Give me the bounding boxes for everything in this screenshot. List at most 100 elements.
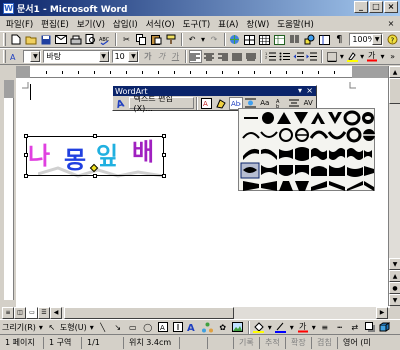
align-right-icon[interactable] <box>217 50 230 63</box>
status-extend[interactable]: 확장 <box>286 336 312 349</box>
wordart-gallery-icon[interactable]: A <box>200 97 213 110</box>
resize-handle[interactable] <box>162 153 166 157</box>
arrow-tool-icon[interactable]: ↘ <box>111 321 125 334</box>
resize-handle[interactable] <box>24 153 28 157</box>
zoom-select[interactable]: 100% ▼ <box>349 33 384 46</box>
select-objects-icon[interactable]: ↖ <box>45 321 59 334</box>
shape-curve-up[interactable] <box>243 148 259 160</box>
shape-button-pour[interactable] <box>363 129 375 141</box>
resize-handle[interactable] <box>93 174 97 178</box>
columns-icon[interactable] <box>288 33 302 46</box>
print-preview-icon[interactable] <box>84 33 98 46</box>
align-center-icon[interactable] <box>203 50 216 63</box>
redo-icon[interactable]: ↷ <box>207 33 221 46</box>
shape-deflate-bottom[interactable] <box>295 165 309 175</box>
shape-slant-down[interactable] <box>329 181 345 191</box>
title-bar[interactable]: W 문서1 - Microsoft Word _ □ × <box>0 0 400 16</box>
shape-cascade-down[interactable] <box>364 181 374 191</box>
drawing-icon[interactable] <box>303 33 317 46</box>
dash-style-icon[interactable]: ┅ <box>333 321 347 334</box>
italic-icon[interactable]: 가 <box>155 50 168 63</box>
fill-color-icon[interactable] <box>252 321 266 334</box>
shape-circle[interactable] <box>279 128 293 142</box>
border-icon[interactable] <box>325 50 338 63</box>
shape-arch-down[interactable] <box>260 131 278 138</box>
shape-curve-down[interactable] <box>261 148 277 160</box>
wordart-selection-frame[interactable] <box>24 134 166 178</box>
menu-insert[interactable]: 삽입(I) <box>109 18 142 30</box>
draw-menu-dropdown-icon[interactable]: ▾ <box>38 321 44 334</box>
justify-icon[interactable] <box>230 50 243 63</box>
status-track-changes[interactable]: 추적 <box>260 336 286 349</box>
format-wordart-icon[interactable] <box>215 97 228 110</box>
shape-arch-up[interactable] <box>242 132 260 139</box>
decrease-indent-icon[interactable] <box>292 50 305 63</box>
cut-icon[interactable]: ✂ <box>119 33 133 46</box>
scroll-up-icon[interactable]: ▲ <box>389 66 400 78</box>
shape-inflate-top[interactable] <box>311 166 327 176</box>
insert-wordart-icon[interactable]: A <box>186 321 200 334</box>
maximize-button[interactable]: □ <box>369 1 383 13</box>
resize-handle[interactable] <box>162 174 166 178</box>
spelling-icon[interactable]: ABC <box>99 33 113 46</box>
menu-edit[interactable]: 편집(E) <box>37 18 73 30</box>
save-icon[interactable] <box>39 33 53 46</box>
menu-view[interactable]: 보기(V) <box>73 18 109 30</box>
resize-handle[interactable] <box>162 134 166 138</box>
minimize-button[interactable]: _ <box>354 1 368 13</box>
shape-can-up[interactable] <box>279 149 293 159</box>
clip-art-icon[interactable]: ✿ <box>216 321 230 334</box>
styles-icon[interactable]: A <box>9 50 22 63</box>
shape-chevron-up[interactable] <box>311 112 325 124</box>
bold-icon[interactable]: 가 <box>141 50 154 63</box>
autoshapes-menu-button[interactable]: 도형(U) <box>60 322 89 333</box>
shape-stop[interactable] <box>262 112 274 124</box>
shape-fade-left[interactable] <box>261 181 277 191</box>
help-icon[interactable]: ? <box>385 33 399 46</box>
shape-deflate[interactable] <box>261 165 277 175</box>
shape-ring-inside[interactable] <box>343 110 361 126</box>
horizontal-scroll-thumb[interactable] <box>64 306 234 319</box>
shape-cascade-up[interactable] <box>347 181 363 191</box>
font-color-dropdown-icon[interactable]: ▾ <box>380 50 385 63</box>
adjust-handle[interactable] <box>89 163 99 173</box>
document-map-icon[interactable] <box>317 33 331 46</box>
shape-wave-1[interactable] <box>311 148 327 160</box>
wordart-toolbar-titlebar[interactable]: WordArt ▾ × <box>113 86 316 96</box>
resize-handle[interactable] <box>24 174 28 178</box>
close-icon[interactable]: × <box>306 86 313 95</box>
outline-view-icon[interactable]: ☰ <box>38 306 50 319</box>
shape-fade-right[interactable] <box>243 181 259 191</box>
highlight-icon[interactable] <box>346 50 359 63</box>
email-icon[interactable] <box>54 33 68 46</box>
shadow-style-icon[interactable] <box>363 321 377 334</box>
underline-icon[interactable]: 가 <box>169 50 182 63</box>
browse-object-icon[interactable]: ● <box>389 282 400 294</box>
style-dropdown-icon[interactable]: ▼ <box>30 51 41 62</box>
tables-borders-icon[interactable] <box>243 33 257 46</box>
shape-ring-outside[interactable] <box>362 112 374 124</box>
resize-handle[interactable] <box>93 134 97 138</box>
menu-file[interactable]: 파일(F) <box>2 18 37 30</box>
shape-triangle-down[interactable] <box>294 112 308 124</box>
increase-indent-icon[interactable] <box>306 50 319 63</box>
show-hide-icon[interactable]: ¶ <box>332 33 346 46</box>
print-icon[interactable] <box>69 33 83 46</box>
highlight-dropdown-icon[interactable]: ▾ <box>359 50 364 63</box>
new-document-icon[interactable] <box>9 33 23 46</box>
shape-deflate-inflate-deflate[interactable] <box>364 166 374 176</box>
shape-button[interactable] <box>295 128 309 142</box>
numbering-icon[interactable]: 12 <box>264 50 277 63</box>
font-color-icon[interactable]: 가 <box>366 50 379 63</box>
font-size-select[interactable]: 10 ▼ <box>111 50 140 63</box>
copy-icon[interactable] <box>134 33 148 46</box>
status-record[interactable]: 기록 <box>234 336 260 349</box>
menu-table[interactable]: 표(A) <box>214 18 242 30</box>
previous-page-icon[interactable]: ▲ <box>389 270 400 282</box>
horizontal-scrollbar[interactable] <box>62 306 376 319</box>
shape-arch-down-pour[interactable] <box>327 131 347 140</box>
bullets-icon[interactable] <box>278 50 291 63</box>
print-layout-view-icon[interactable]: ▭ <box>26 306 38 319</box>
distribute-icon[interactable] <box>244 50 257 63</box>
line-color-dropdown-icon[interactable]: ▾ <box>289 321 295 334</box>
